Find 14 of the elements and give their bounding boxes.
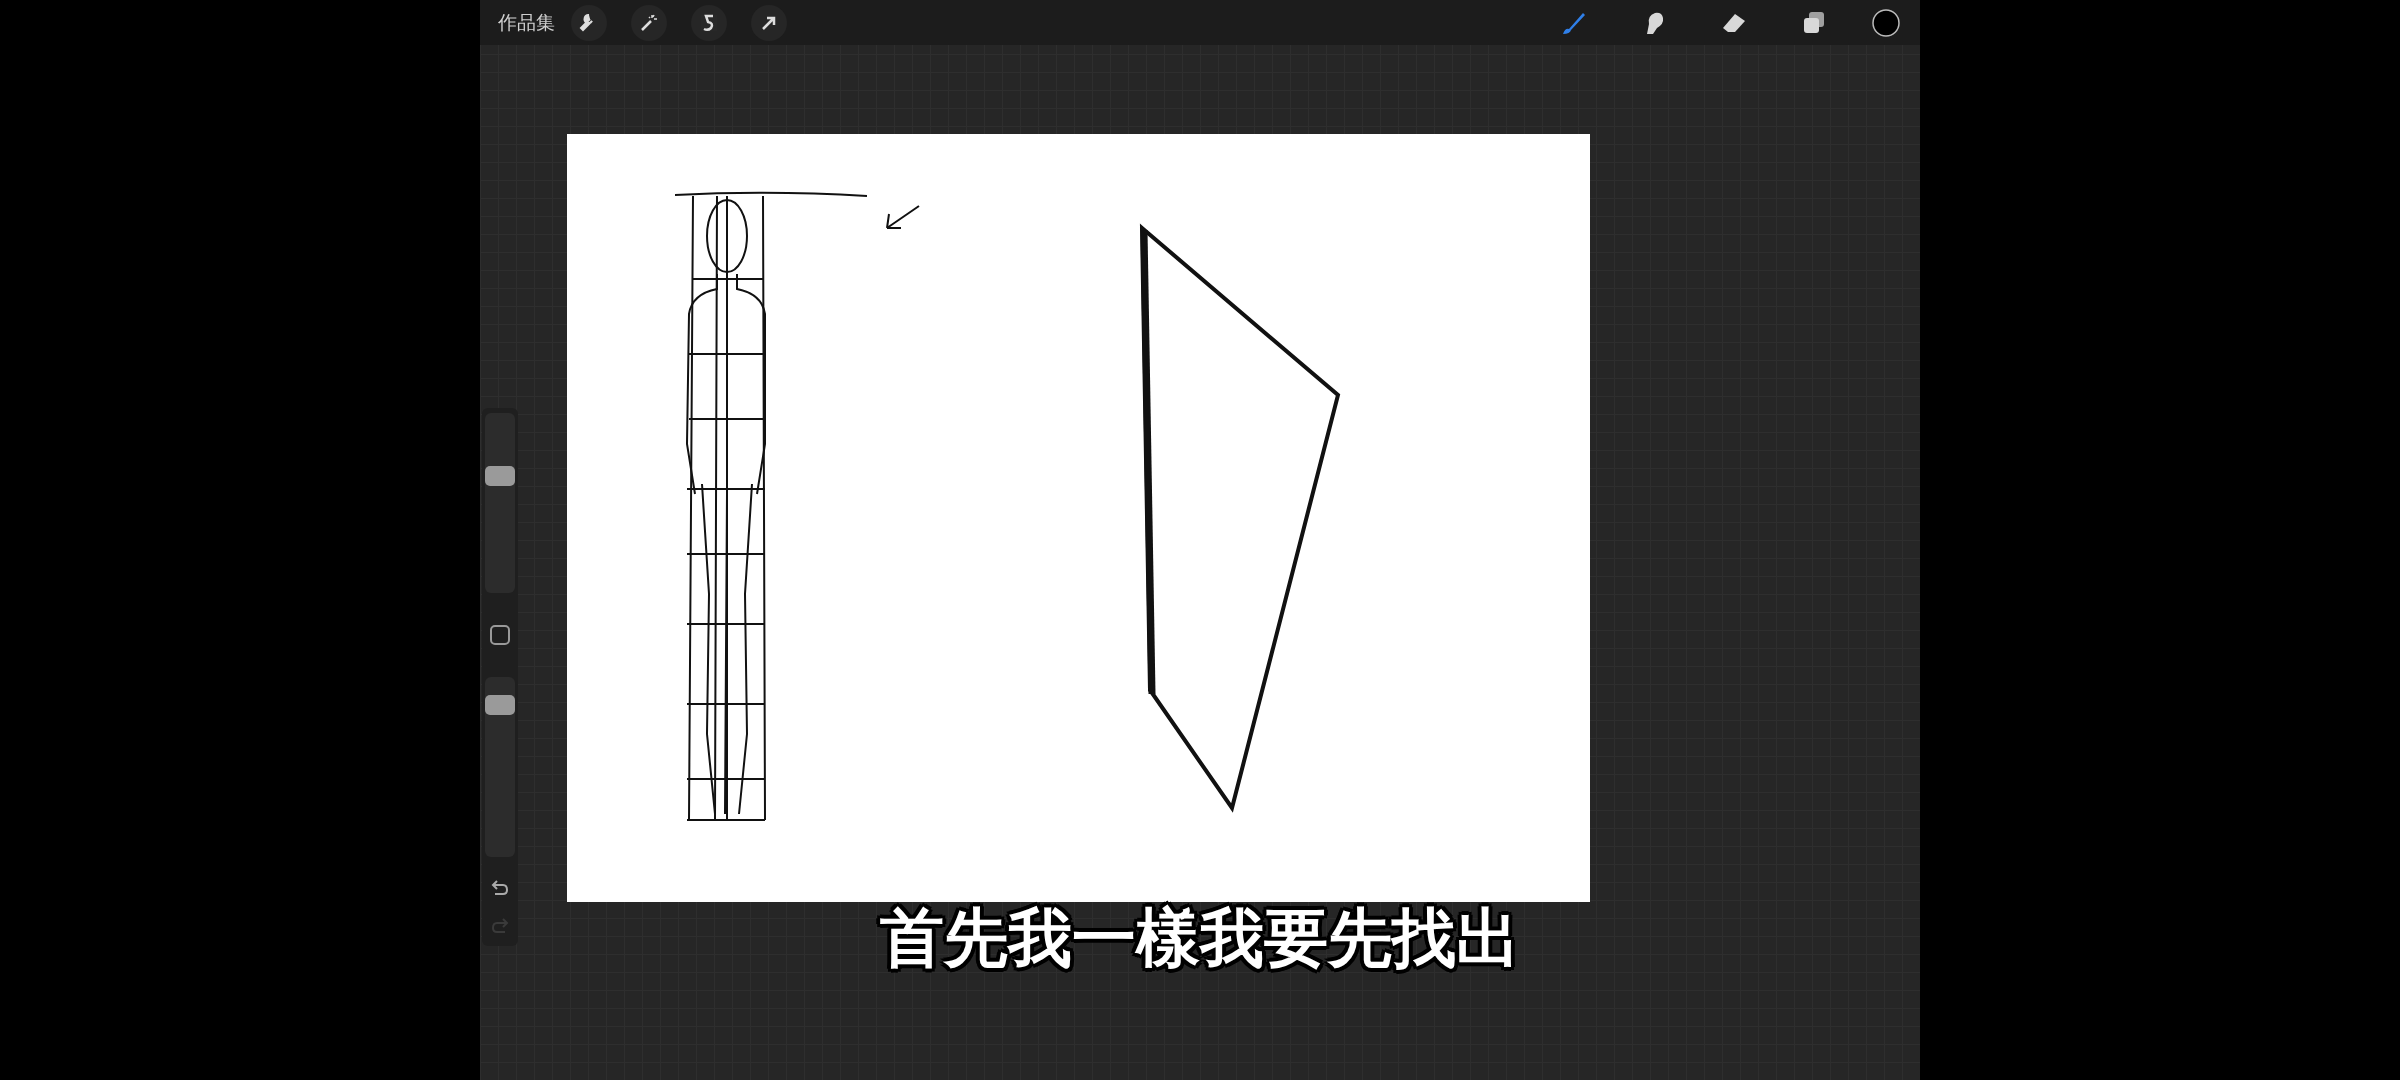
video-subtitle: 首先我一樣我要先找出 [880,901,1520,975]
gallery-link[interactable]: 作品集 [498,8,555,37]
slider-thumb[interactable] [485,694,515,715]
magic-wand-button[interactable] [631,4,667,41]
s-curve-button[interactable] [691,4,727,41]
redo-icon [491,918,509,934]
wrench-button[interactable] [571,4,607,41]
opacity-slider[interactable] [485,677,515,857]
arrow-sketch-drawing [886,205,920,229]
cursor-arrow-button[interactable] [751,4,787,41]
undo-icon [491,880,509,896]
slider-thumb[interactable] [485,465,515,486]
modify-button[interactable] [490,625,510,645]
brush-size-slider[interactable] [485,413,515,593]
